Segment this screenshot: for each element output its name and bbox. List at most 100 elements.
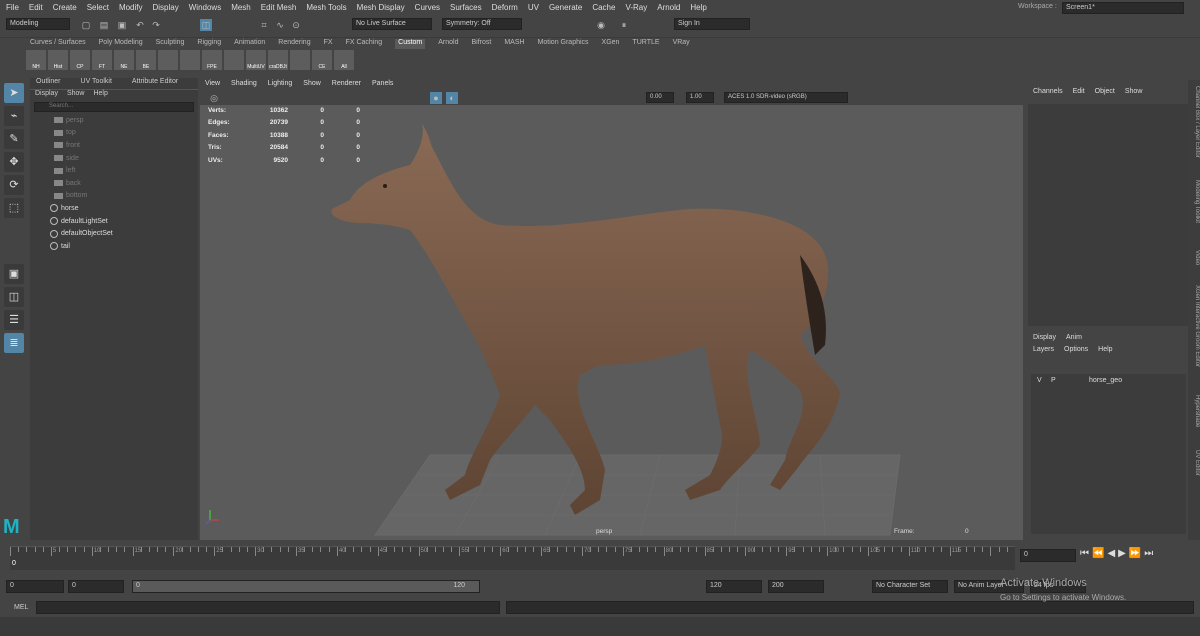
playback-start-field[interactable]: 0 [68,580,124,593]
menu-surfaces[interactable]: Surfaces [450,3,482,12]
outliner-tab[interactable]: UV Toolkit [75,78,112,89]
shelf-tab[interactable]: VRay [673,39,690,49]
pause-icon[interactable]: ⏸ [618,19,630,31]
menu-uv[interactable]: UV [528,3,539,12]
menu-mesh[interactable]: Mesh [231,3,251,12]
menu-display[interactable]: Display [153,3,179,12]
outliner-tab[interactable]: Outliner [30,78,61,89]
menu-edit[interactable]: Edit [29,3,43,12]
shelf-button[interactable] [158,50,178,70]
layer-editor-menu-item[interactable]: Layers [1033,346,1054,358]
viewport-menu-item[interactable]: Renderer [332,80,361,91]
gamma-field[interactable]: 1.00 [686,92,714,103]
open-scene-icon[interactable]: ▤ [98,19,110,31]
redo-icon[interactable]: ↷ [150,19,162,31]
mode-dropdown[interactable]: Modeling [6,18,70,30]
outliner-item[interactable]: horse [30,202,198,215]
undo-icon[interactable]: ↶ [134,19,146,31]
outliner-item[interactable]: left [30,164,198,177]
viewport-menu-item[interactable]: Lighting [268,80,293,91]
viewport-menu-item[interactable]: Shading [231,80,257,91]
select-by-object-icon[interactable]: ◫ [200,19,212,31]
smooth-shade-icon[interactable]: ● [430,92,442,104]
menu-mesh-tools[interactable]: Mesh Tools [306,3,346,12]
layer-editor-menu-item[interactable]: Options [1064,346,1088,358]
outliner-item[interactable]: top [30,127,198,140]
shelf-tab[interactable]: Rigging [197,39,221,49]
lasso-tool-icon[interactable]: ⌁ [4,106,24,126]
snap-curve-icon[interactable]: ∿ [274,19,286,31]
playback-controls[interactable]: ⏮⏪◀▶⏩⏭ [1080,548,1156,559]
shelf-tab[interactable]: Custom [395,39,426,49]
layer-visibility[interactable]: V [1037,377,1051,384]
move-tool-icon[interactable]: ✥ [4,152,24,172]
snap-point-icon[interactable]: ⊙ [290,19,302,31]
shelf-tab[interactable]: FX [324,39,333,49]
scene-canvas[interactable] [200,105,1023,540]
exposure-field[interactable]: 0.00 [646,92,674,103]
shelf-tab[interactable]: FX Caching [346,39,383,49]
menu-windows[interactable]: Windows [189,3,221,12]
side-tab[interactable]: Video [1188,250,1200,265]
outliner-menu-item[interactable]: Help [93,90,107,100]
side-tab[interactable]: XGen Interactive Groom Editor [1188,285,1200,367]
menu-arnold[interactable]: Arnold [657,3,680,12]
menu-v-ray[interactable]: V-Ray [625,3,647,12]
shelf-button[interactable] [290,50,310,70]
current-frame-field[interactable]: 0 [1020,549,1076,562]
channel-box-menu-item[interactable]: Edit [1073,88,1085,100]
side-tab[interactable]: Hypershade [1188,395,1200,427]
menu-mesh-display[interactable]: Mesh Display [357,3,405,12]
layer-editor-menu-item[interactable]: Help [1098,346,1112,358]
live-surface-dropdown[interactable]: No Live Surface [352,18,432,30]
viewport-menu-item[interactable]: Show [303,80,321,91]
outliner-menu-item[interactable]: Display [35,90,58,100]
shelf-button[interactable]: All [334,50,354,70]
save-scene-icon[interactable]: ▣ [116,19,128,31]
outliner-tab[interactable]: Attribute Editor [126,78,178,89]
paint-select-icon[interactable]: ✎ [4,129,24,149]
scale-tool-icon[interactable]: ⬚ [4,198,24,218]
playback-end-field[interactable]: 120 [706,580,762,593]
render-icon[interactable]: ◉ [595,19,607,31]
select-tool-icon[interactable]: ➤ [4,83,24,103]
shelf-button[interactable]: craDBJt [268,50,288,70]
shelf-tab[interactable]: Bifrost [472,39,492,49]
symmetry-dropdown[interactable]: Symmetry: Off [442,18,522,30]
shelf-tab[interactable]: Motion Graphics [538,39,589,49]
side-tab[interactable]: Modeling Toolkit [1188,180,1200,223]
layer-editor-tab[interactable]: Anim [1066,334,1082,346]
outliner-item[interactable]: side [30,152,198,165]
shelf-tab[interactable]: TURTLE [632,39,659,49]
outliner-search-input[interactable]: Search... [34,102,194,112]
menu-select[interactable]: Select [87,3,109,12]
side-tab[interactable]: UV Editor [1188,450,1200,476]
outliner-item[interactable]: defaultLightSet [30,215,198,228]
scene-start-field[interactable]: 0 [6,580,64,593]
color-management-dropdown[interactable]: ACES 1.0 SDR-video (sRGB) [724,92,848,103]
character-set-dropdown[interactable]: No Character Set [872,580,948,593]
menu-cache[interactable]: Cache [592,3,615,12]
outliner-item[interactable]: tail [30,240,198,253]
shelf-tab[interactable]: Sculpting [156,39,185,49]
scene-end-field[interactable]: 200 [768,580,824,593]
channel-box-menu-item[interactable]: Show [1125,88,1143,100]
list-layout-icon[interactable]: ≣ [4,333,24,353]
shelf-button[interactable]: FT [92,50,112,70]
textured-icon[interactable]: ◐ [446,92,458,104]
workspace-dropdown[interactable]: Screen1* [1062,2,1184,14]
menu-edit-mesh[interactable]: Edit Mesh [261,3,297,12]
single-view-icon[interactable]: ▣ [4,264,24,284]
outliner-layout-icon[interactable]: ☰ [4,310,24,330]
outliner-item[interactable]: bottom [30,190,198,203]
shelf-button[interactable] [180,50,200,70]
new-scene-icon[interactable]: ▢ [80,19,92,31]
menu-deform[interactable]: Deform [492,3,518,12]
shelf-button[interactable]: CE [312,50,332,70]
viewport-menu-item[interactable]: Panels [372,80,393,91]
shelf-tab[interactable]: Arnold [438,39,458,49]
layer-playback[interactable]: P [1051,377,1089,384]
two-view-icon[interactable]: ◫ [4,287,24,307]
channel-box-menu-item[interactable]: Object [1095,88,1115,100]
shelf-button[interactable]: FPE [202,50,222,70]
